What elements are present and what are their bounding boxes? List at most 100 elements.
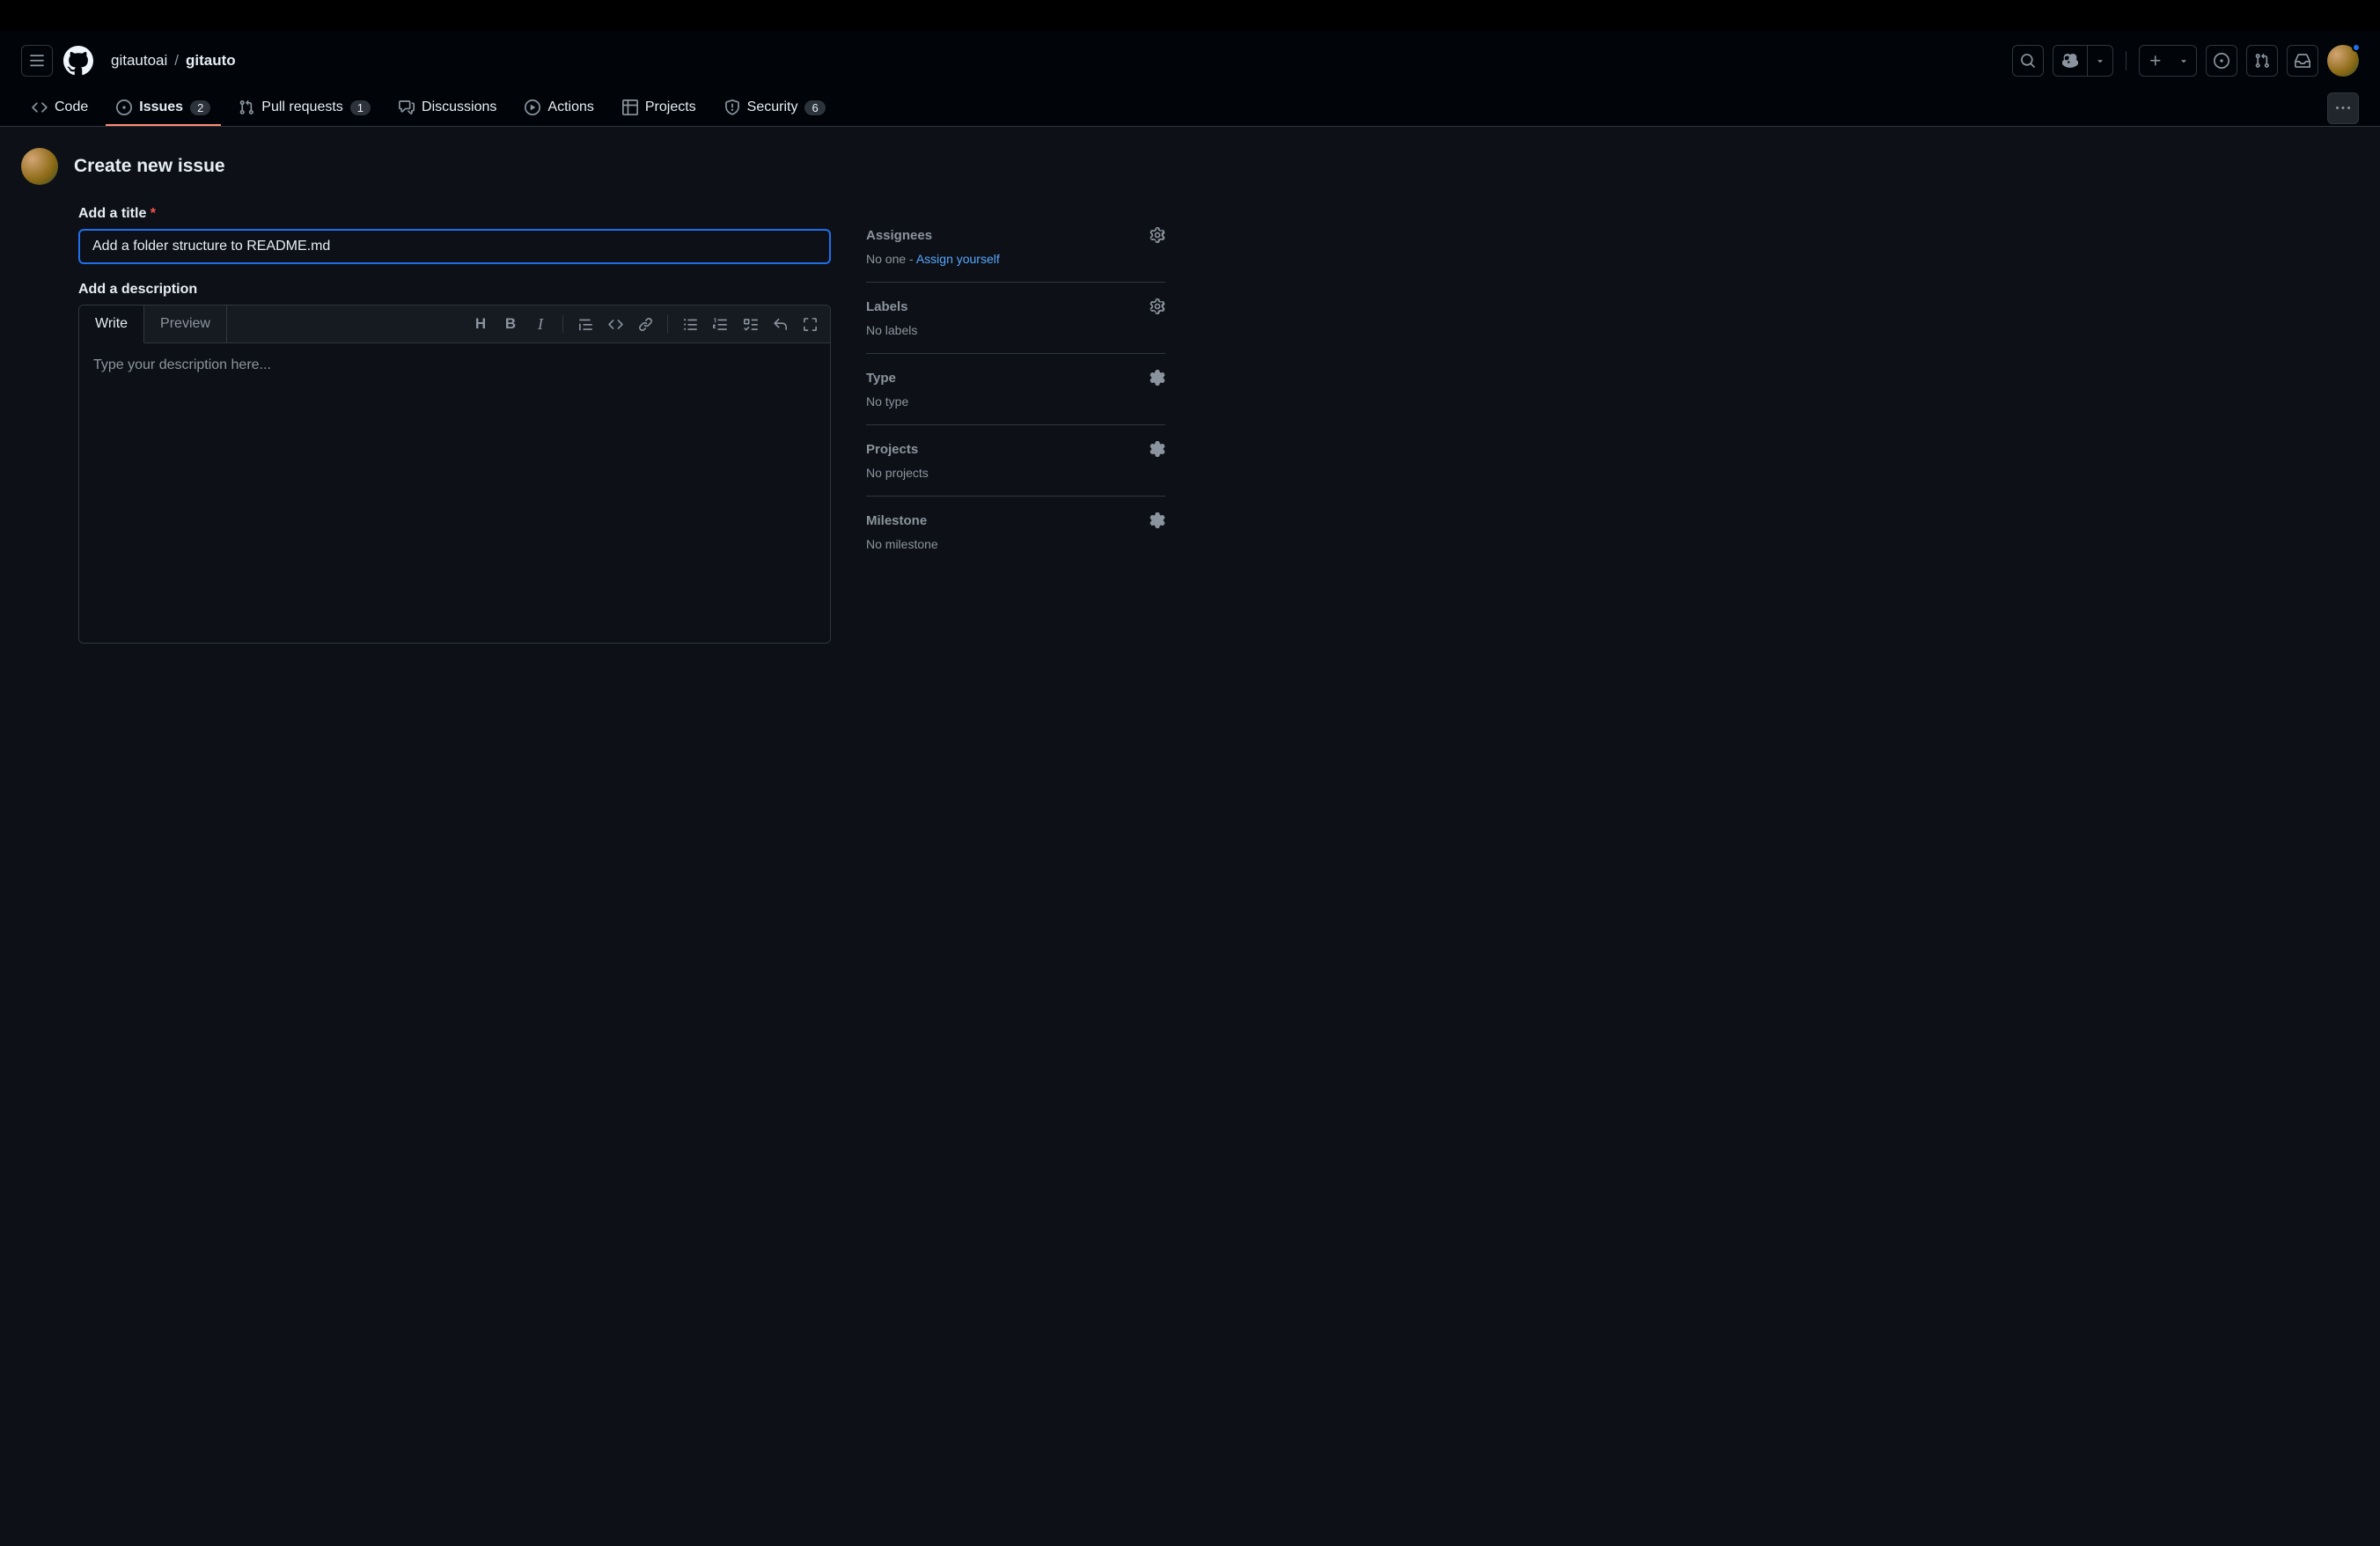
assignees-title: Assignees bbox=[866, 228, 932, 243]
nav-code[interactable]: Code bbox=[21, 91, 99, 126]
breadcrumb-separator: / bbox=[174, 52, 179, 70]
issue-opened-icon bbox=[2214, 53, 2229, 69]
kebab-horizontal-icon bbox=[2336, 101, 2350, 115]
reply-icon bbox=[773, 317, 788, 332]
mention-button[interactable] bbox=[767, 311, 793, 337]
ordered-list-button[interactable] bbox=[707, 311, 733, 337]
shield-icon bbox=[724, 99, 740, 115]
labels-section: Labels No labels bbox=[866, 283, 1165, 354]
toolbar-separator bbox=[562, 315, 563, 333]
description-field-group: Add a description Write Preview H B I bbox=[78, 282, 831, 644]
nav-code-label: Code bbox=[55, 99, 88, 115]
breadcrumb-repo[interactable]: gitauto bbox=[186, 52, 236, 70]
hamburger-menu-button[interactable] bbox=[21, 45, 53, 77]
heading-button[interactable]: H bbox=[467, 311, 494, 337]
assignees-prefix: No one - bbox=[866, 252, 916, 266]
link-icon bbox=[638, 317, 653, 332]
author-avatar[interactable] bbox=[21, 148, 58, 185]
italic-button[interactable]: I bbox=[527, 311, 554, 337]
create-new-dropdown[interactable] bbox=[2171, 46, 2196, 76]
nav-pulls-count: 1 bbox=[350, 100, 371, 115]
bold-button[interactable]: B bbox=[497, 311, 524, 337]
projects-title: Projects bbox=[866, 442, 918, 457]
labels-value: No labels bbox=[866, 323, 1165, 337]
hamburger-icon bbox=[29, 53, 45, 69]
nav-issues[interactable]: Issues 2 bbox=[106, 91, 221, 126]
page-title: Create new issue bbox=[74, 156, 225, 177]
assignees-value: No one - Assign yourself bbox=[866, 252, 1165, 266]
editor-tabs: Write Preview H B I bbox=[79, 306, 830, 343]
divider bbox=[2126, 51, 2127, 70]
task-list-button[interactable] bbox=[737, 311, 763, 337]
description-textarea[interactable]: Type your description here... bbox=[79, 343, 830, 643]
nav-security[interactable]: Security 6 bbox=[714, 91, 836, 126]
copilot-button[interactable] bbox=[2053, 45, 2113, 77]
nav-pull-requests[interactable]: Pull requests 1 bbox=[228, 91, 381, 126]
nav-projects[interactable]: Projects bbox=[612, 91, 707, 126]
search-button[interactable] bbox=[2012, 45, 2044, 77]
issue-sidebar: Assignees No one - Assign yourself Label… bbox=[866, 148, 1165, 661]
quote-button[interactable] bbox=[572, 311, 599, 337]
nav-actions[interactable]: Actions bbox=[514, 91, 604, 126]
preview-tab[interactable]: Preview bbox=[144, 306, 227, 342]
gear-icon[interactable] bbox=[1150, 298, 1165, 314]
breadcrumb: gitautoai / gitauto bbox=[111, 52, 236, 70]
main-container: Create new issue Add a title * Add a des… bbox=[0, 127, 1232, 682]
code-icon bbox=[32, 99, 48, 115]
description-editor: Write Preview H B I bbox=[78, 305, 831, 644]
user-avatar[interactable] bbox=[2327, 45, 2359, 77]
git-pull-request-icon bbox=[239, 99, 254, 115]
unordered-list-button[interactable] bbox=[677, 311, 703, 337]
nav-projects-label: Projects bbox=[645, 99, 696, 115]
issues-shortcut-button[interactable] bbox=[2206, 45, 2237, 77]
github-logo-icon[interactable] bbox=[63, 46, 93, 76]
issue-form: Create new issue Add a title * Add a des… bbox=[21, 148, 831, 661]
nav-discussions-label: Discussions bbox=[422, 99, 496, 115]
code-button[interactable] bbox=[602, 311, 628, 337]
fullscreen-button[interactable] bbox=[797, 311, 823, 337]
nav-more-button[interactable] bbox=[2327, 92, 2359, 124]
copilot-dropdown[interactable] bbox=[2088, 46, 2112, 76]
browser-top-bar bbox=[0, 0, 2380, 31]
tasklist-icon bbox=[743, 317, 758, 332]
comment-discussion-icon bbox=[399, 99, 415, 115]
create-new-button[interactable] bbox=[2139, 45, 2197, 77]
type-title: Type bbox=[866, 371, 896, 386]
assign-yourself-link[interactable]: Assign yourself bbox=[916, 252, 1000, 266]
inbox-icon bbox=[2295, 53, 2310, 69]
required-indicator: * bbox=[151, 206, 156, 221]
nav-discussions[interactable]: Discussions bbox=[388, 91, 507, 126]
type-section: Type No type bbox=[866, 354, 1165, 425]
chevron-down-icon bbox=[2095, 55, 2105, 66]
description-placeholder: Type your description here... bbox=[93, 357, 816, 373]
repo-navigation: Code Issues 2 Pull requests 1 Discussion… bbox=[0, 91, 2380, 127]
notifications-button[interactable] bbox=[2287, 45, 2318, 77]
list-ordered-icon bbox=[713, 317, 728, 332]
link-button[interactable] bbox=[632, 311, 658, 337]
nav-security-label: Security bbox=[747, 99, 798, 115]
milestone-title: Milestone bbox=[866, 513, 927, 528]
title-label-text: Add a title bbox=[78, 206, 146, 221]
write-tab[interactable]: Write bbox=[79, 306, 144, 343]
gear-icon[interactable] bbox=[1150, 512, 1165, 528]
copilot-icon bbox=[2062, 53, 2078, 69]
projects-value: No projects bbox=[866, 466, 1165, 480]
type-value: No type bbox=[866, 394, 1165, 409]
title-label: Add a title * bbox=[78, 206, 831, 222]
nav-issues-count: 2 bbox=[190, 100, 210, 115]
header-right-actions bbox=[2012, 45, 2359, 77]
assignees-section: Assignees No one - Assign yourself bbox=[866, 211, 1165, 283]
title-input[interactable] bbox=[78, 229, 831, 264]
search-icon bbox=[2020, 53, 2036, 69]
labels-title: Labels bbox=[866, 299, 908, 314]
table-icon bbox=[622, 99, 638, 115]
pull-requests-shortcut-button[interactable] bbox=[2246, 45, 2278, 77]
nav-issues-label: Issues bbox=[139, 99, 183, 115]
issue-opened-icon bbox=[116, 99, 132, 115]
gear-icon[interactable] bbox=[1150, 441, 1165, 457]
editor-toolbar: H B I bbox=[467, 311, 823, 337]
chevron-down-icon bbox=[2178, 55, 2189, 66]
gear-icon[interactable] bbox=[1150, 227, 1165, 243]
gear-icon[interactable] bbox=[1150, 370, 1165, 386]
breadcrumb-owner[interactable]: gitautoai bbox=[111, 52, 167, 70]
